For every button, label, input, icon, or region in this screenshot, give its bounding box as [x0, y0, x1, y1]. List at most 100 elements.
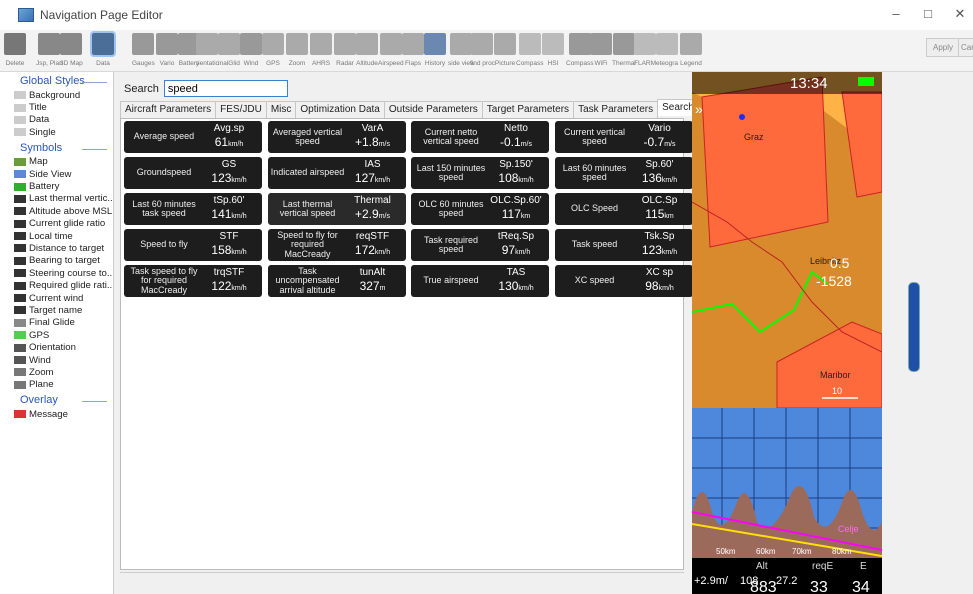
preview-canvas: Graz Leibnitz Maribor 13:34 » 0.5 -1528 … [692, 72, 882, 594]
item-icon [14, 170, 26, 179]
toolbar-label: Picture [494, 60, 516, 67]
card-sp-60[interactable]: Last 60 minutes speed Sp.60' 136km/h [554, 157, 693, 189]
card-label: XC speed [574, 275, 615, 286]
sidebar-item-orientation[interactable]: Orientation [0, 341, 113, 353]
toolbar: Delete Jsp, Plan 3D Map Data Gauges Vario Batt… [0, 30, 973, 72]
tab-target-parameters[interactable]: Target Parameters [481, 101, 575, 118]
toolbar-compass-button[interactable]: Compass [516, 33, 543, 67]
sidebar-item-current-wind[interactable]: Current wind [0, 292, 113, 304]
toolbar-final-glide-button[interactable]: inalGlid [218, 33, 240, 67]
legend-icon [680, 33, 702, 55]
sidebar-item-target-name[interactable]: Target name [0, 304, 113, 316]
sidebar-item-wind[interactable]: Wind [0, 354, 113, 366]
card-tunalt[interactable]: Task uncompensated arrival altitude tunAl… [267, 265, 406, 297]
vertical-scrollbar[interactable] [908, 282, 920, 372]
card-stf[interactable]: Speed to fly STF 158km/h [124, 229, 262, 261]
tab-fes-jdu[interactable]: FES/JDU [215, 101, 267, 118]
card-ias[interactable]: Indicated airspeed IAS 127km/h [267, 157, 406, 189]
tab-outside-parameters[interactable]: Outside Parameters [383, 101, 483, 118]
sidebar-item-altitude-above-msl[interactable]: Altitude above MSL [0, 205, 113, 217]
toolbar-legend-button[interactable]: Legend [680, 33, 702, 67]
sidebar-item-zoom[interactable]: Zoom [0, 366, 113, 378]
card-value-row: 158km/h [198, 243, 260, 257]
card-sp-150[interactable]: Last 150 minutes speed Sp.150' 108km/h [411, 157, 549, 189]
toolbar-thermal-button[interactable]: Thermal [612, 33, 636, 67]
toolbar-history-button[interactable]: History [424, 33, 446, 67]
sidebar-item-steering-course-to[interactable]: Steering course to... [0, 267, 113, 279]
card-vara[interactable]: Averaged vertical speed VarA +1.8m/s [267, 121, 406, 153]
card-tas[interactable]: True airspeed TAS 130km/h [411, 265, 549, 297]
toolbar-gps-button[interactable]: GPS [262, 33, 284, 67]
sidebar-item-local-time[interactable]: Local time [0, 230, 113, 242]
close-button[interactable]: ✕ [950, 6, 970, 22]
toolbar-plan-button[interactable]: Jsp, Plan [36, 33, 63, 67]
sidebar-item-map[interactable]: Map [0, 156, 113, 168]
card-tsk-sp[interactable]: Task speed Tsk.Sp 123km/h [554, 229, 693, 261]
sidebar-item-last-thermal-vertic[interactable]: Last thermal vertic... [0, 193, 113, 205]
card-value-row: 327m [342, 279, 404, 293]
toolbar-gauges-button[interactable]: Gauges [132, 33, 155, 67]
card-tsp-60[interactable]: Last 60 minutes task speed tSp.60' 141km/h [124, 193, 262, 225]
card-name: GS [221, 159, 237, 170]
cancel-button[interactable]: Car [958, 38, 973, 57]
card-readout: STF 158km/h [198, 231, 260, 257]
toolbar-radar-button[interactable]: Radar [334, 33, 356, 67]
item-icon [14, 410, 26, 419]
toolbar-picture-button[interactable]: Picture [494, 33, 516, 67]
toolbar-find-button[interactable]: find proc [470, 33, 495, 67]
page-preview[interactable]: Graz Leibnitz Maribor 13:34 » 0.5 -1528 … [692, 72, 882, 594]
sidebar-item-distance-to-target[interactable]: Distance to target [0, 242, 113, 254]
toolbar-delete-button[interactable]: Delete [4, 33, 26, 67]
maximize-button[interactable]: □ [918, 6, 938, 21]
search-input[interactable] [163, 80, 288, 97]
sidebar-item-message[interactable]: Message [0, 408, 113, 420]
card-netto[interactable]: Current netto vertical speed Netto -0.1m/s [411, 121, 549, 153]
card-treq-sp[interactable]: Task required speed tReq.Sp 97km/h [411, 229, 549, 261]
toolbar-ahrs-button[interactable]: AHRS [310, 33, 332, 67]
sidebar-item-title[interactable]: Title [0, 101, 113, 113]
card-thermal[interactable]: Last thermal vertical speed Thermal +2.9m/… [267, 193, 406, 225]
sidebar-item-gps[interactable]: GPS [0, 329, 113, 341]
sidebar-item-final-glide[interactable]: Final Glide [0, 317, 113, 329]
tab-misc[interactable]: Misc [265, 101, 297, 118]
card-gs[interactable]: Groundspeed GS 123km/h [124, 157, 262, 189]
tab-task-parameters[interactable]: Task Parameters [573, 101, 659, 118]
sidebar-item-data[interactable]: Data [0, 114, 113, 126]
sidebar-item-side-view[interactable]: Side View [0, 168, 113, 180]
toolbar-meteogram-button[interactable]: eteogra [656, 33, 678, 67]
card-label: Task speed [571, 239, 618, 250]
toolbar-wifi-button[interactable]: WiFi [590, 33, 612, 67]
toolbar-altitude-button[interactable]: Altitude [356, 33, 378, 67]
sidebar-item-single[interactable]: Single [0, 126, 113, 138]
card-vario[interactable]: Current vertical speed Vario -0.7m/s [554, 121, 693, 153]
card-value-row: 123km/h [198, 171, 260, 185]
tab-aircraft-parameters[interactable]: Aircraft Parameters [120, 101, 217, 118]
toolbar-data-button[interactable]: Data [90, 31, 116, 67]
minimize-button[interactable]: – [886, 6, 906, 21]
sidebar-item-bearing-to-target[interactable]: Bearing to target [0, 255, 113, 267]
card-trqstf[interactable]: Task speed to fly for required MacCready… [124, 265, 262, 297]
toolbar-flarm-button[interactable]: FLARM [634, 33, 656, 67]
toolbar-hsi-button[interactable]: HSI [542, 33, 564, 67]
toolbar-vario-button[interactable]: Vario [156, 33, 178, 67]
card-unit: km/h [231, 285, 247, 292]
toolbar-label: 3D Map [60, 60, 83, 67]
sidebar-item-required-glide-rati[interactable]: Required glide rati... [0, 279, 113, 291]
toolbar-airspeed-button[interactable]: Airspeed [378, 33, 404, 67]
tab-optimization-data[interactable]: Optimization Data [295, 101, 385, 118]
card-olc-sp[interactable]: OLC Speed OLC.Sp 115km [554, 193, 693, 225]
card-olc-sp-60[interactable]: OLC 60 minutes speed OLC.Sp.60' 117km [411, 193, 549, 225]
card-reqstf[interactable]: Speed to fly for required MacCready reqST… [267, 229, 406, 261]
apply-button[interactable]: Apply [926, 38, 961, 57]
toolbar-zoom-button[interactable]: Zoom [286, 33, 308, 67]
toolbar-flaps-button[interactable]: Flaps [402, 33, 424, 67]
toolbar-wind-button[interactable]: Wind [240, 33, 262, 67]
card-xc-sp[interactable]: XC speed XC sp 98km/h [554, 265, 693, 297]
sidebar-item-background[interactable]: Background [0, 89, 113, 101]
toolbar-orientation-button[interactable]: rientatic [196, 33, 219, 67]
sidebar-item-plane[interactable]: Plane [0, 379, 113, 391]
sidebar-item-current-glide-ratio[interactable]: Current glide ratio [0, 218, 113, 230]
toolbar-map3d-button[interactable]: 3D Map [60, 33, 83, 67]
sidebar-item-battery[interactable]: Battery [0, 180, 113, 192]
card-avg-sp[interactable]: Average speed Avg.sp 61km/h [124, 121, 262, 153]
